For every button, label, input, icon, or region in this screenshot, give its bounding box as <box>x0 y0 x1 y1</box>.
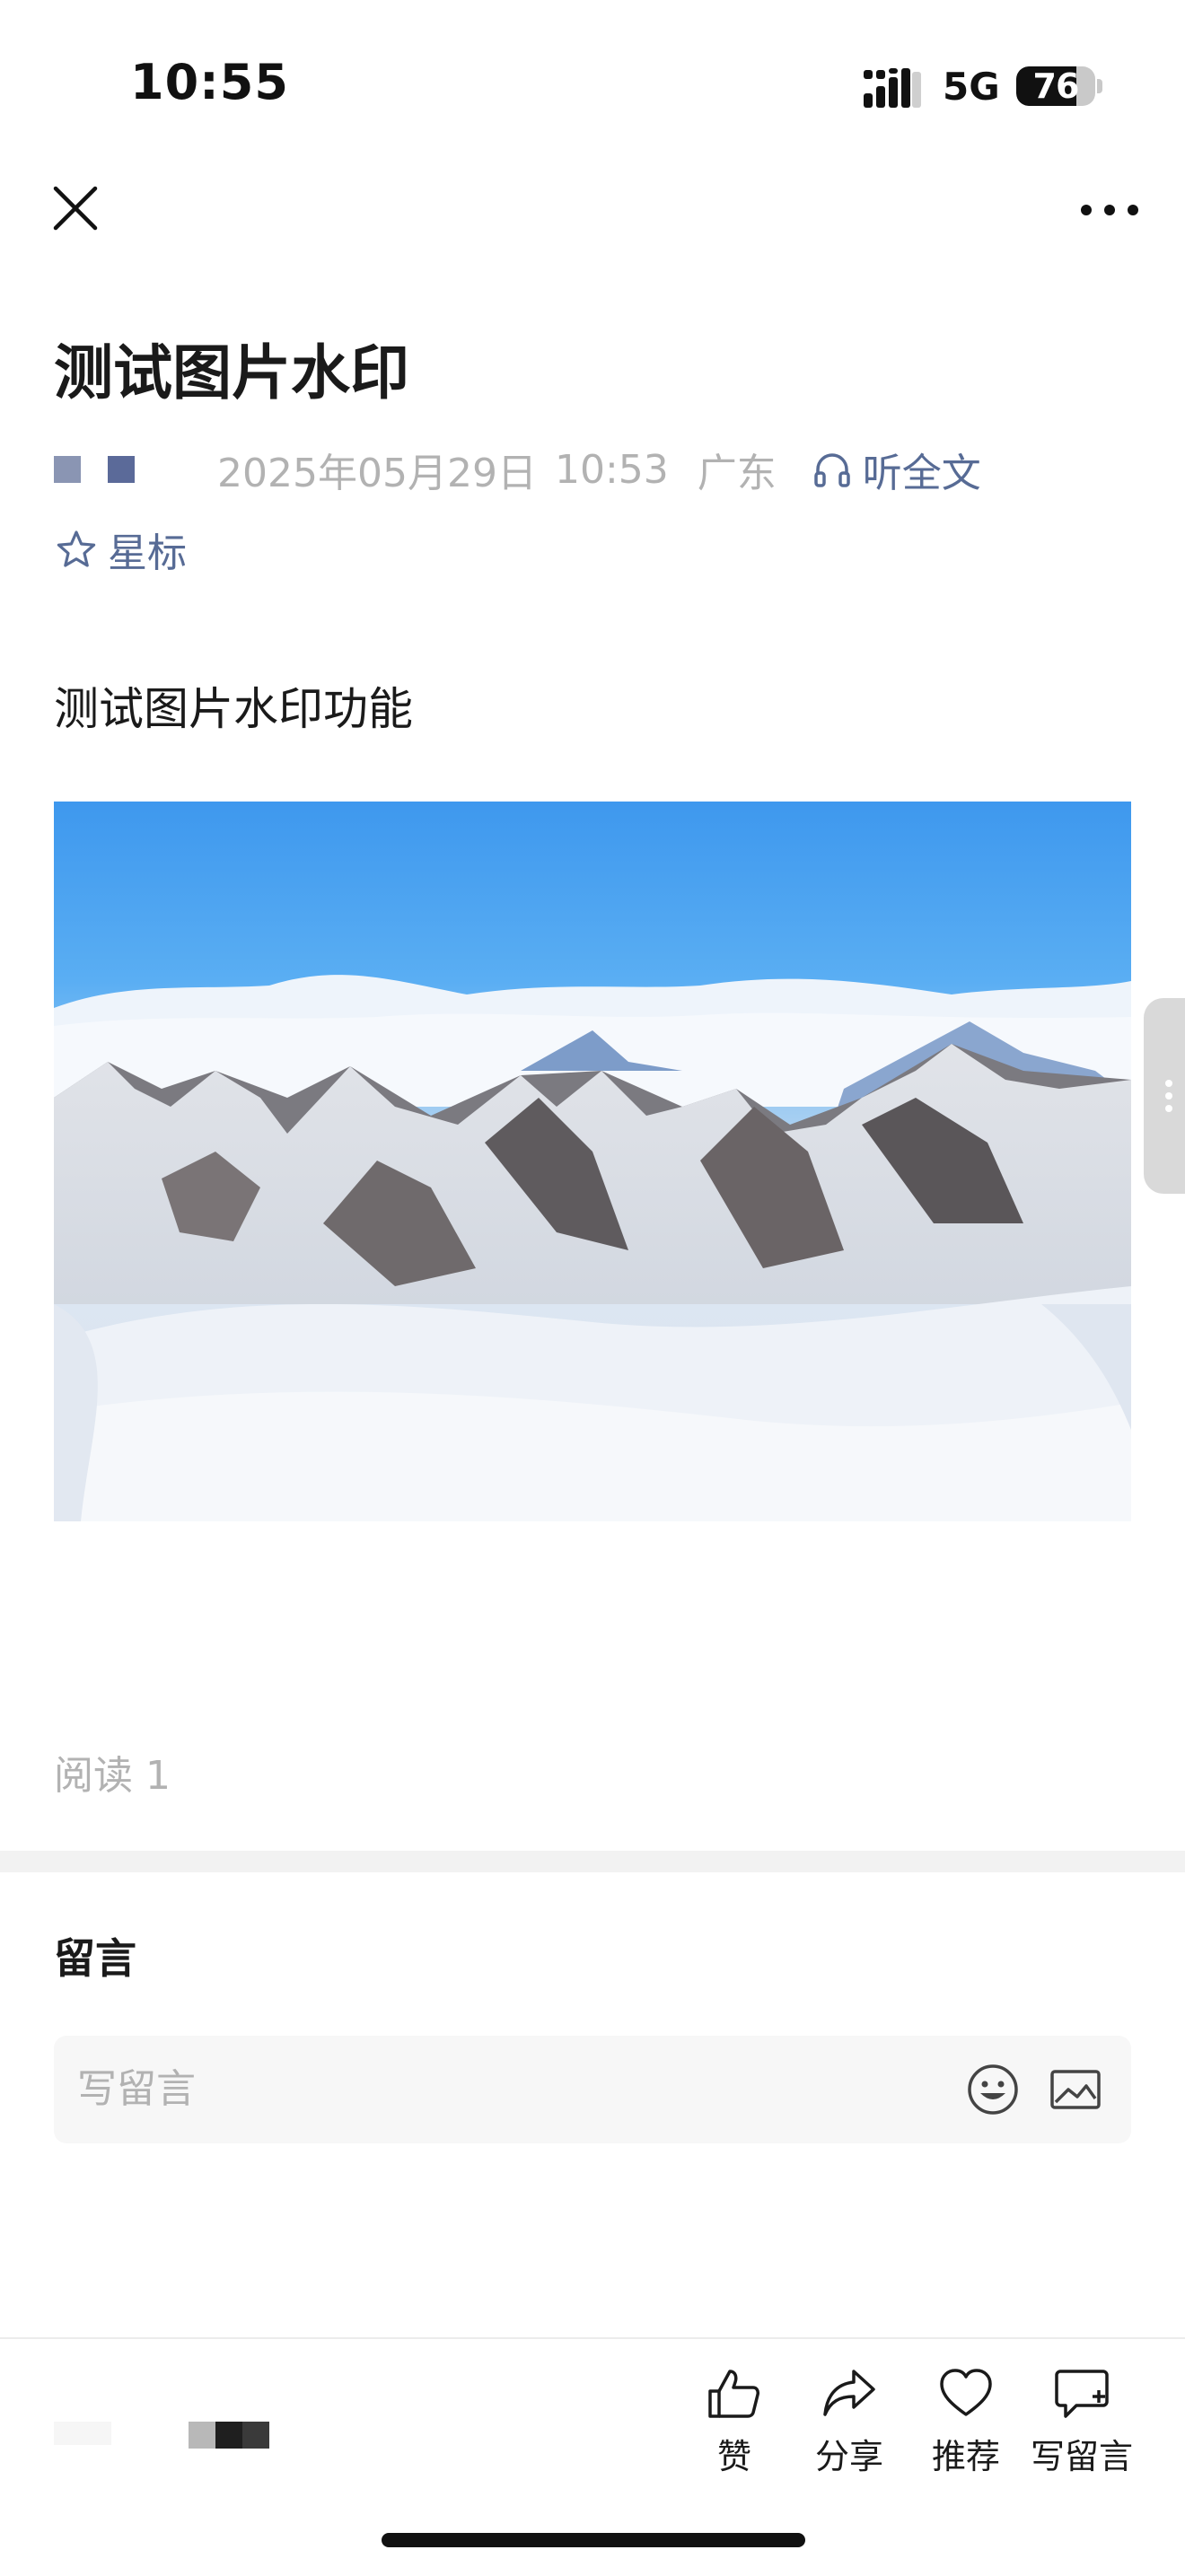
battery-level: 76 <box>1032 66 1080 106</box>
vertical-dots-icon <box>1165 1080 1172 1112</box>
publish-region: 广东 <box>697 451 777 496</box>
share-button[interactable]: 分享 <box>795 2366 903 2478</box>
publish-time: 10:53 <box>554 446 669 493</box>
author-avatar-block[interactable] <box>54 456 81 483</box>
account-block-3 <box>242 2422 269 2449</box>
add-comment-icon <box>1055 2370 1109 2418</box>
thumbs-up-icon <box>708 2370 759 2418</box>
read-count: 阅读 1 <box>54 1753 171 1799</box>
like-button[interactable]: 赞 <box>680 2366 788 2478</box>
recommend-button[interactable]: 推荐 <box>912 2366 1020 2478</box>
image-icon[interactable] <box>1047 2061 1104 2118</box>
recommend-label: 推荐 <box>931 2437 1000 2476</box>
star-icon <box>57 530 96 567</box>
home-indicator[interactable] <box>382 2533 805 2547</box>
battery-tip <box>1097 79 1102 93</box>
write-comment-label: 写留言 <box>1030 2437 1133 2476</box>
listen-button[interactable]: 听全文 <box>812 441 981 498</box>
status-time: 10:55 <box>130 54 289 110</box>
comments-title: 留言 <box>54 1934 136 1983</box>
comment-placeholder: 写留言 <box>77 2066 196 2112</box>
more-icon[interactable] <box>1074 188 1146 232</box>
network-type: 5G <box>943 65 1000 109</box>
close-icon[interactable] <box>47 180 104 237</box>
account-block-2 <box>215 2422 242 2449</box>
article-title: 测试图片水印 <box>54 338 409 407</box>
headphone-icon <box>814 453 850 487</box>
listen-label: 听全文 <box>862 451 981 496</box>
share-label: 分享 <box>814 2437 883 2476</box>
star-button[interactable]: 星标 <box>56 522 187 576</box>
article-meta: 2025年05月29日 10:53 广东 听全文 <box>54 440 981 499</box>
signal-icon <box>864 68 921 108</box>
heart-icon <box>940 2369 992 2416</box>
emoji-icon[interactable] <box>964 2061 1022 2118</box>
account-block-1 <box>189 2422 215 2449</box>
author-name-block[interactable] <box>108 456 135 483</box>
side-drawer-handle[interactable] <box>1144 998 1185 1194</box>
battery-indicator: 76 <box>1016 66 1095 106</box>
like-label: 赞 <box>716 2437 751 2476</box>
article-image-mountains[interactable] <box>54 802 1131 1521</box>
star-label: 星标 <box>108 530 187 576</box>
section-divider <box>0 1851 1185 1872</box>
share-icon <box>823 2370 875 2416</box>
publish-date: 2025年05月29日 <box>217 451 537 496</box>
article-body-text: 测试图片水印功能 <box>54 683 413 735</box>
comment-input[interactable]: 写留言 <box>54 2036 1131 2143</box>
account-name-block[interactable] <box>54 2422 111 2445</box>
write-comment-button[interactable]: 写留言 <box>1028 2366 1136 2478</box>
